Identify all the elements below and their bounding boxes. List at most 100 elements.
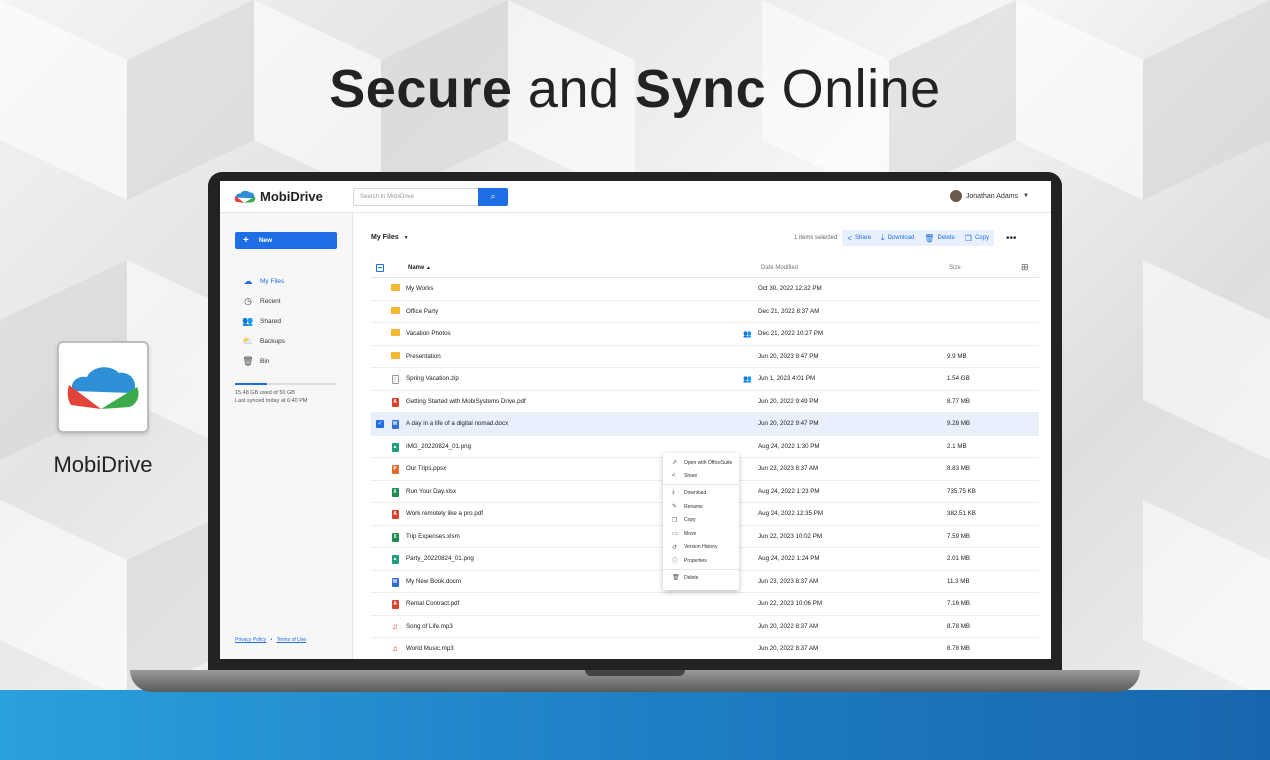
column-size[interactable]: Size bbox=[949, 265, 961, 271]
app-logo[interactable]: MobiDrive bbox=[234, 189, 323, 204]
context-menu-item-download[interactable]: ⤓ Download bbox=[663, 486, 739, 500]
context-menu-label: Copy bbox=[684, 517, 696, 524]
context-menu-item-delete[interactable]: 🗑 Delete bbox=[663, 571, 739, 585]
context-menu-label: Open with OfficeSuite bbox=[684, 459, 733, 466]
file-size: 2.01 MB bbox=[947, 555, 971, 563]
rename-icon: ✎ bbox=[672, 504, 678, 511]
pdf-file-icon: A bbox=[391, 600, 399, 610]
file-date: Jun 20, 2022 8:37 AM bbox=[758, 622, 819, 630]
share-button[interactable]: < Share bbox=[842, 230, 876, 246]
terms-of-use-link[interactable]: Terms of Use bbox=[277, 637, 306, 643]
file-date: Jun 23, 2023 8:37 AM bbox=[758, 577, 819, 585]
context-menu-label: Move bbox=[684, 530, 697, 537]
file-name: Run Your Day.xlsx bbox=[406, 487, 457, 495]
table-row[interactable]: ♫ World Music.mp3 Jun 20, 2022 8:37 AM 8.78… bbox=[371, 638, 1039, 659]
copy-button[interactable]: ❐ Copy bbox=[960, 230, 994, 246]
column-name[interactable]: Name ▲ bbox=[408, 265, 431, 271]
mobidrive-logo-icon bbox=[234, 190, 256, 203]
column-date-modified[interactable]: Date Modified bbox=[761, 265, 798, 271]
image-file-icon: ▲ bbox=[391, 555, 399, 565]
file-date: Dec 21, 2022 8:37 AM bbox=[758, 307, 820, 315]
table-row[interactable]: Office Party Dec 21, 2022 8:37 AM bbox=[371, 301, 1039, 323]
context-menu: ⇗ Open with OfficeSuite < Share ⤓ Download ✎ Re… bbox=[663, 453, 739, 590]
more-options-icon[interactable]: ••• bbox=[1006, 233, 1017, 244]
context-menu-label: Delete bbox=[684, 574, 699, 581]
zip-file-icon: ⋮ bbox=[391, 374, 399, 384]
context-menu-item-move[interactable]: ▭ Move bbox=[663, 527, 739, 541]
file-date: Jun 22, 2023 10:06 PM bbox=[758, 600, 822, 608]
chevron-down-icon: ▼ bbox=[1023, 193, 1029, 199]
copy-icon: ❐ bbox=[964, 233, 972, 243]
file-size: 11.3 MB bbox=[947, 577, 970, 585]
context-menu-label: Download bbox=[684, 489, 707, 496]
file-date: Aug 24, 2022 1:23 PM bbox=[758, 487, 820, 495]
context-menu-item-rename[interactable]: ✎ Rename bbox=[663, 500, 739, 514]
breadcrumb[interactable]: My Files ▼ bbox=[371, 234, 409, 241]
select-all-checkbox[interactable] bbox=[376, 263, 384, 272]
last-synced-text: Last synced today at 6:40 PM bbox=[235, 398, 308, 404]
table-row[interactable]: ♫ Song of Life.mp3 Jun 20, 2022 8:37 AM 8.7… bbox=[371, 616, 1039, 638]
file-date: Dec 21, 2022 10:27 PM bbox=[758, 330, 824, 338]
clock-icon: ◷ bbox=[244, 295, 252, 306]
new-button[interactable]: + New bbox=[235, 232, 337, 249]
audio-file-icon: ♫ bbox=[392, 644, 398, 654]
legal-links: Privacy Policy • Terms of Use bbox=[235, 637, 306, 643]
row-checkbox[interactable]: ✓ bbox=[376, 419, 384, 428]
context-menu-item-properties[interactable]: ⓘ Properties bbox=[663, 554, 739, 568]
sidebar-nav: ☁ My Files ◷ Recent 👥 Shared ⛅ Backups 🗑 bbox=[242, 271, 285, 371]
sidebar-item-label: Bin bbox=[260, 357, 270, 365]
table-row[interactable]: Presentation Jun 20, 2023 9:47 PM 9.9 MB bbox=[371, 346, 1039, 368]
table-row[interactable]: Vacation Photos 👥 Dec 21, 2022 10:27 PM bbox=[371, 323, 1039, 346]
file-size: 8.78 MB bbox=[947, 645, 971, 653]
sort-asc-icon: ▲ bbox=[426, 264, 431, 271]
context-menu-item-share[interactable]: < Share bbox=[663, 470, 739, 484]
sidebar-item-my-files[interactable]: ☁ My Files bbox=[242, 271, 285, 291]
file-name: Presentation bbox=[406, 352, 441, 360]
move-icon: ▭ bbox=[672, 531, 678, 538]
context-menu-label: Rename bbox=[684, 503, 703, 510]
download-button[interactable]: ⤓ Download bbox=[876, 230, 919, 246]
sidebar-item-backups[interactable]: ⛅ Backups bbox=[242, 331, 285, 351]
context-menu-item-version-history[interactable]: ↺ Version History bbox=[663, 541, 739, 555]
menu-separator bbox=[663, 484, 739, 486]
trash-icon: 🗑 bbox=[242, 355, 254, 366]
sidebar-item-recent[interactable]: ◷ Recent bbox=[242, 291, 285, 311]
selection-toolbar: 1 items selected < Share ⤓ Download 🗑 Delet… bbox=[794, 230, 1016, 246]
context-menu-item-open-with-officesuite[interactable]: ⇗ Open with OfficeSuite bbox=[663, 456, 739, 470]
shared-people-icon: 👥 bbox=[743, 330, 752, 338]
context-menu-label: Share bbox=[684, 473, 698, 480]
table-row[interactable]: ✓ W A day in a life of a digital nomad.doc… bbox=[371, 413, 1039, 436]
sidebar-item-shared[interactable]: 👥 Shared bbox=[242, 311, 285, 331]
delete-button[interactable]: 🗑 Delete bbox=[919, 230, 960, 246]
folder-icon bbox=[390, 284, 400, 293]
file-size: 2.1 MB bbox=[947, 442, 967, 450]
storage-used-text: 15.48 GB used of 50 GB bbox=[235, 390, 295, 396]
table-row[interactable]: My Works Oct 30, 2022 12:32 PM bbox=[371, 278, 1039, 301]
file-name: Song of Life.mp3 bbox=[406, 622, 453, 630]
file-date: Oct 30, 2022 12:32 PM bbox=[758, 285, 822, 293]
table-row[interactable]: A Rental Contract.pdf Jun 22, 2023 10:06 P… bbox=[371, 593, 1039, 616]
headline: Secure and Sync Online bbox=[329, 59, 941, 119]
sidebar-item-bin[interactable]: 🗑 Bin bbox=[242, 351, 285, 371]
file-name: Spring Vacation.zip bbox=[406, 375, 459, 383]
xls-file-icon: X bbox=[391, 532, 399, 542]
file-size: 382.51 KB bbox=[947, 510, 976, 518]
new-button-label: New bbox=[258, 237, 273, 244]
grid-view-icon[interactable]: ⊞ bbox=[1021, 262, 1029, 273]
history-icon: ↺ bbox=[672, 544, 678, 551]
file-date: Aug 24, 2022 1:30 PM bbox=[758, 442, 820, 450]
table-row[interactable]: ⋮ Spring Vacation.zip 👥 Jun 1, 2023 4:01 PM… bbox=[371, 368, 1039, 391]
user-menu[interactable]: Jonathan Adams ▼ bbox=[949, 190, 1029, 202]
table-row[interactable]: A Getting Started with MobiSystems Drive.… bbox=[371, 391, 1039, 413]
file-name: My New Book.docm bbox=[406, 577, 462, 585]
action-group: < Share ⤓ Download 🗑 Delete ❐ Copy bbox=[842, 230, 994, 246]
copy-label: Copy bbox=[974, 235, 989, 241]
laptop-base bbox=[130, 670, 1140, 692]
file-size: 735.75 KB bbox=[947, 487, 976, 495]
search-button[interactable]: ⌕ bbox=[478, 188, 508, 206]
pdf-file-icon: A bbox=[391, 397, 399, 407]
search-icon: ⌕ bbox=[490, 192, 496, 201]
plus-icon: + bbox=[243, 235, 249, 246]
context-menu-item-copy[interactable]: ❐ Copy bbox=[663, 513, 739, 527]
privacy-policy-link[interactable]: Privacy Policy bbox=[235, 637, 266, 643]
